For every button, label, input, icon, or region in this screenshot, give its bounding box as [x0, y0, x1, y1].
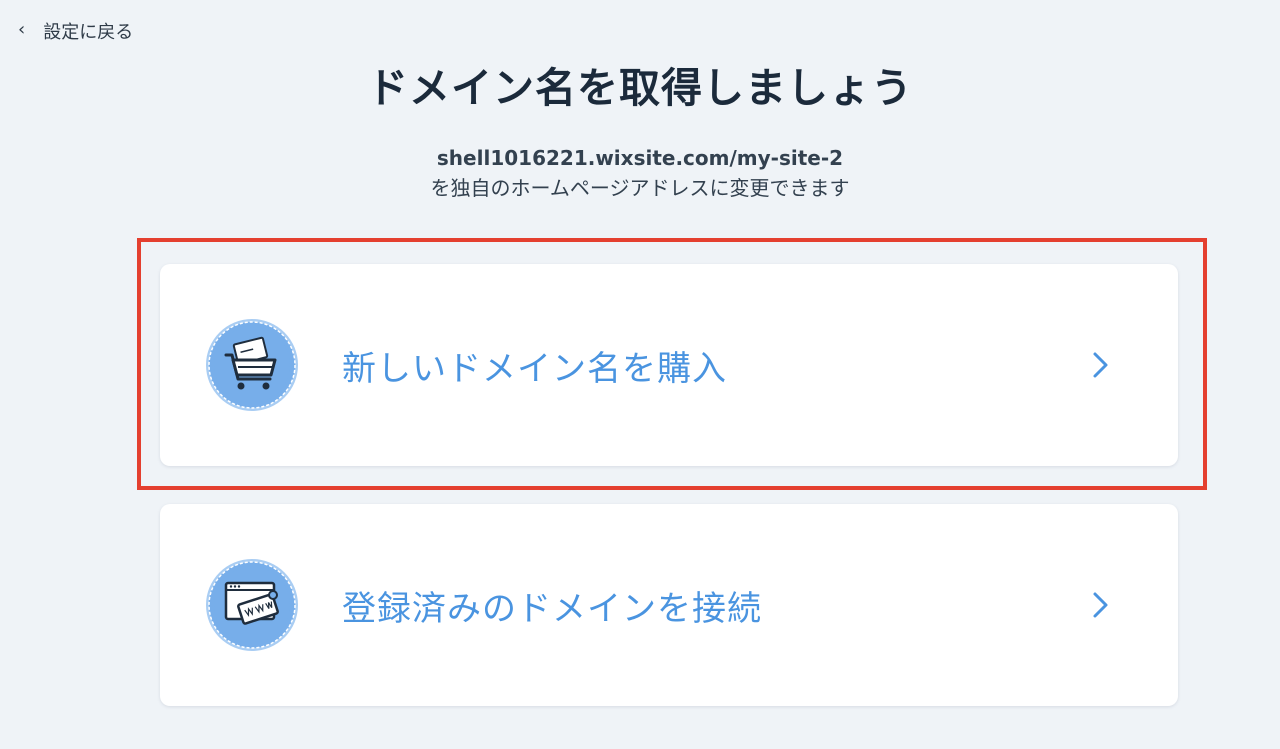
chevron-left-icon: ‹	[18, 19, 26, 40]
connect-existing-domain-label: 登録済みのドメインを接続	[342, 588, 762, 629]
browser-www-icon	[206, 559, 298, 651]
chevron-right-icon	[1093, 352, 1108, 378]
cart-icon	[206, 319, 298, 411]
site-url: shell1016221.wixsite.com/my-site-2	[436, 146, 844, 170]
chevron-right-icon	[1093, 592, 1108, 618]
page-title: ドメイン名を取得しましょう	[367, 64, 913, 112]
subtitle-description: を独自のホームページアドレスに変更できます	[430, 176, 850, 200]
buy-new-domain-option[interactable]: 新しいドメイン名を購入	[160, 264, 1178, 466]
back-link-label: 設定に戻る	[43, 22, 134, 43]
buy-new-domain-label: 新しいドメイン名を購入	[342, 348, 727, 389]
subtitle: shell1016221.wixsite.com/my-site-2 を独自のホ…	[0, 144, 1280, 204]
connect-existing-domain-option[interactable]: 登録済みのドメインを接続	[160, 504, 1178, 706]
back-to-settings-link[interactable]: ‹ 設定に戻る	[18, 18, 133, 44]
